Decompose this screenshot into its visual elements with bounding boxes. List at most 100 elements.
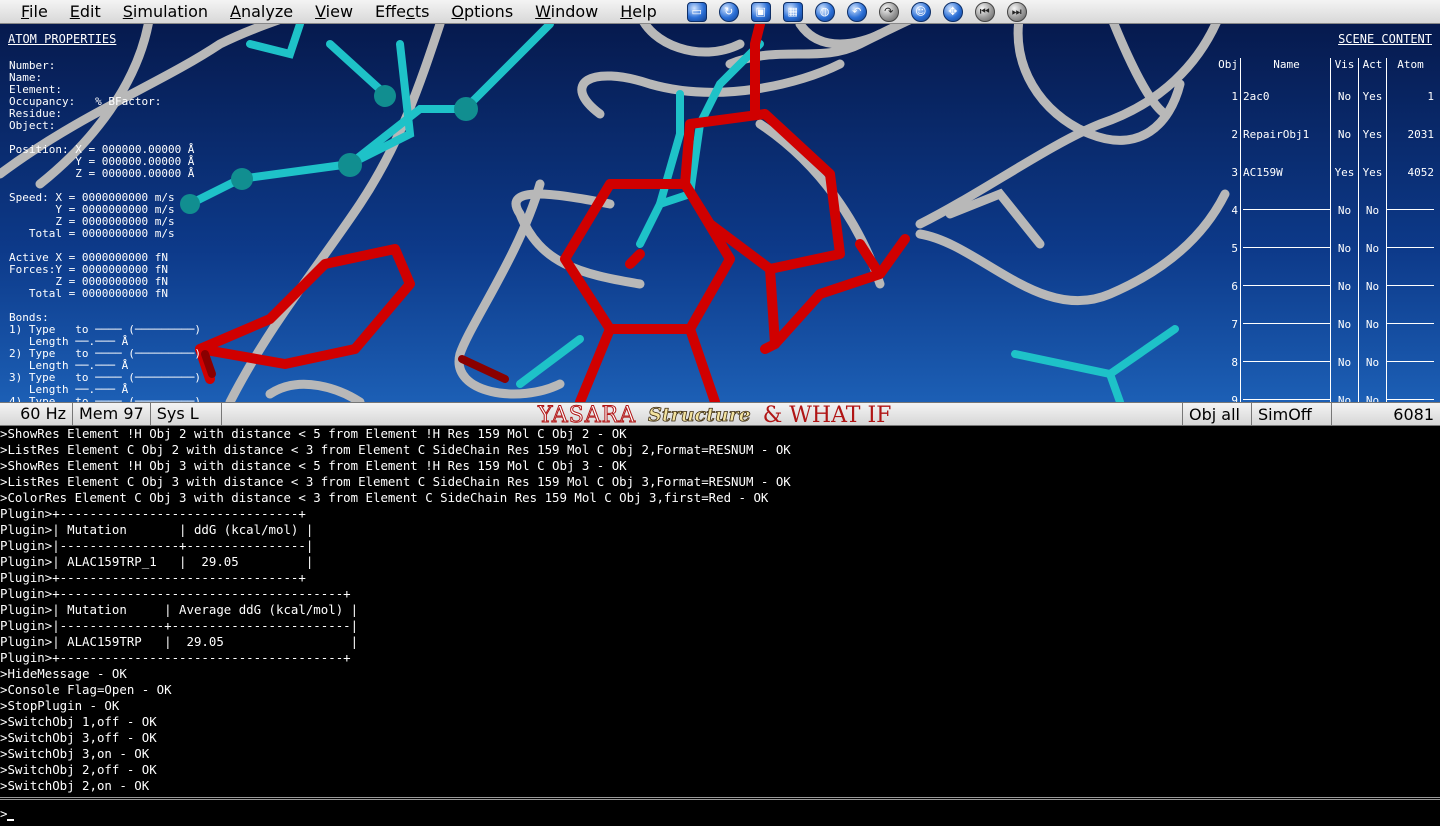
prompt-symbol: > [0,806,8,821]
open-button[interactable]: ↻ [714,1,744,23]
scene-row[interactable]: 6 No No [1216,260,1440,298]
console-line: >SwitchObj 2,on - OK [0,778,150,793]
console-line: Plugin>| ALAC159TRP | 29.05 | [0,634,359,649]
redo-button[interactable]: ↷ [874,1,904,23]
console-line: >SwitchObj 3,on - OK [0,746,150,761]
sys-readout: Sys L [151,402,222,426]
scene-cell-obj: 9 [1231,394,1238,402]
scene-cell-vis[interactable]: No [1330,184,1358,222]
scene-cell-obj: 2 [1231,128,1238,141]
screenshot-icon: ▦ [782,1,803,22]
scene-cell-act[interactable]: No [1358,336,1386,374]
scene-cell-act[interactable]: No [1358,374,1386,402]
menu-simulation[interactable]: Simulation [112,0,219,24]
console-line: >SwitchObj 1,off - OK [0,714,157,729]
save-button[interactable]: ▣ [746,1,776,23]
atom-count: 6081 Atoms [1331,403,1440,447]
menu-analyze[interactable]: Analyze [219,0,304,24]
scene-row[interactable]: 3 AC159W Yes Yes 4052 [1216,146,1440,184]
scene-row[interactable]: 8 No No [1216,336,1440,374]
console-output: >ShowRes Element !H Obj 2 with distance … [0,426,1440,798]
empty-slot [1387,318,1434,324]
console-line: >ColorRes Element C Obj 3 with distance … [0,490,769,505]
scene-row[interactable]: 1 2ac0 No Yes 1 [1216,70,1440,108]
scene-cell-name [1240,298,1330,336]
menu-help[interactable]: Help [609,0,667,24]
scene-cell-name: AC159W [1240,146,1330,184]
scene-cell-act[interactable]: Yes [1358,146,1386,184]
face-button[interactable]: ☺ [906,1,936,23]
rewind-button[interactable]: ⏮ [970,1,1000,23]
header-obj: Obj [1218,58,1238,71]
empty-slot [1387,242,1434,248]
scene-cell-atom: 2031 [1386,108,1438,146]
scene-cell-vis[interactable]: Yes [1330,146,1358,184]
scene-cell-act[interactable]: Yes [1358,108,1386,146]
menu-options[interactable]: Options [440,0,524,24]
menu-items: File Edit Simulation Analyze View Effects Opti… [0,0,668,24]
console-line: Plugin>|--------------+-----------------… [0,618,359,633]
scene-cell-vis[interactable]: No [1330,222,1358,260]
logo-whatif: & WHAT IF [762,402,892,428]
scene-row[interactable]: 4 No No [1216,184,1440,222]
scene-cell-atom [1386,260,1438,298]
menu-edit[interactable]: Edit [59,0,112,24]
atom-property-line: Total = 0000000000 fN [9,287,168,300]
console-line: >ShowRes Element !H Obj 2 with distance … [0,426,627,441]
cyan-atoms [180,85,478,214]
scene-row[interactable]: 7 No No [1216,298,1440,336]
save-icon: ▣ [750,1,771,22]
console-line: >ListRes Element C Obj 2 with distance <… [0,442,791,457]
console-line: >ListRes Element C Obj 3 with distance <… [0,474,791,489]
scene-row[interactable]: 2 RepairObj1 No Yes 2031 [1216,108,1440,146]
move-button[interactable]: ✥ [938,1,968,23]
screenshot-button[interactable]: ▦ [778,1,808,23]
atom-property-line: Total = 0000000000 m/s [9,227,175,240]
fast-forward-button[interactable]: ⏭ [1002,1,1032,23]
logo-yasara: YASARA [537,402,637,428]
menu-effects[interactable]: Effects [364,0,440,24]
open-icon: ↻ [718,1,739,22]
scene-cell-act[interactable]: No [1358,184,1386,222]
scene-cell-vis[interactable]: No [1330,374,1358,402]
console-line: Plugin>+--------------------------------… [0,650,351,665]
command-input[interactable]: > [0,806,15,821]
console-line: >Console Flag=Open - OK [0,682,172,697]
move-icon: ✥ [942,1,963,22]
new-file-button[interactable]: ▭ [682,1,712,23]
scene-cell-atom [1386,336,1438,374]
header-vis: Vis [1330,58,1358,71]
empty-slot [1243,394,1330,400]
scene-cell-act[interactable]: Yes [1358,70,1386,108]
atom-property-line: Object: [9,119,56,132]
scene-row[interactable]: 9 No No [1216,374,1440,402]
scene-cell-vis[interactable]: No [1330,298,1358,336]
atom-properties-panel: Number: Name: Element: Occupancy: % BFactor… [9,60,201,403]
scene-cell-act[interactable]: No [1358,222,1386,260]
scene-cell-act[interactable]: No [1358,298,1386,336]
scene-row[interactable]: 5 No No [1216,222,1440,260]
menu-view[interactable]: View [304,0,364,24]
scene-cell-act[interactable]: No [1358,260,1386,298]
scene-cell-vis[interactable]: No [1330,108,1358,146]
object-selector[interactable]: Obj all [1182,403,1251,427]
scene-cell-vis[interactable]: No [1330,70,1358,108]
scene-cell-vis[interactable]: No [1330,260,1358,298]
simulation-toggle[interactable]: SimOff [1251,403,1331,427]
empty-slot [1387,356,1434,362]
scene-cell-name [1240,184,1330,222]
scene-cell-obj: 6 [1231,280,1238,293]
molecular-viewport[interactable]: ATOM PROPERTIES Number: Name: Element: Occu… [0,24,1440,402]
scene-cell-obj: 8 [1231,356,1238,369]
menu-file[interactable]: File [0,0,59,24]
header-act: Act [1358,58,1386,71]
header-atom: Atom [1386,58,1438,71]
undo-button[interactable]: ↶ [842,1,872,23]
atom-properties-title: ATOM PROPERTIES [8,32,117,46]
new-file-icon: ▭ [686,1,707,22]
header-name: Name [1240,58,1330,71]
console-line: Plugin>+--------------------------------… [0,570,306,585]
globe-button[interactable]: ◍ [810,1,840,23]
scene-cell-vis[interactable]: No [1330,336,1358,374]
menu-window[interactable]: Window [524,0,609,24]
